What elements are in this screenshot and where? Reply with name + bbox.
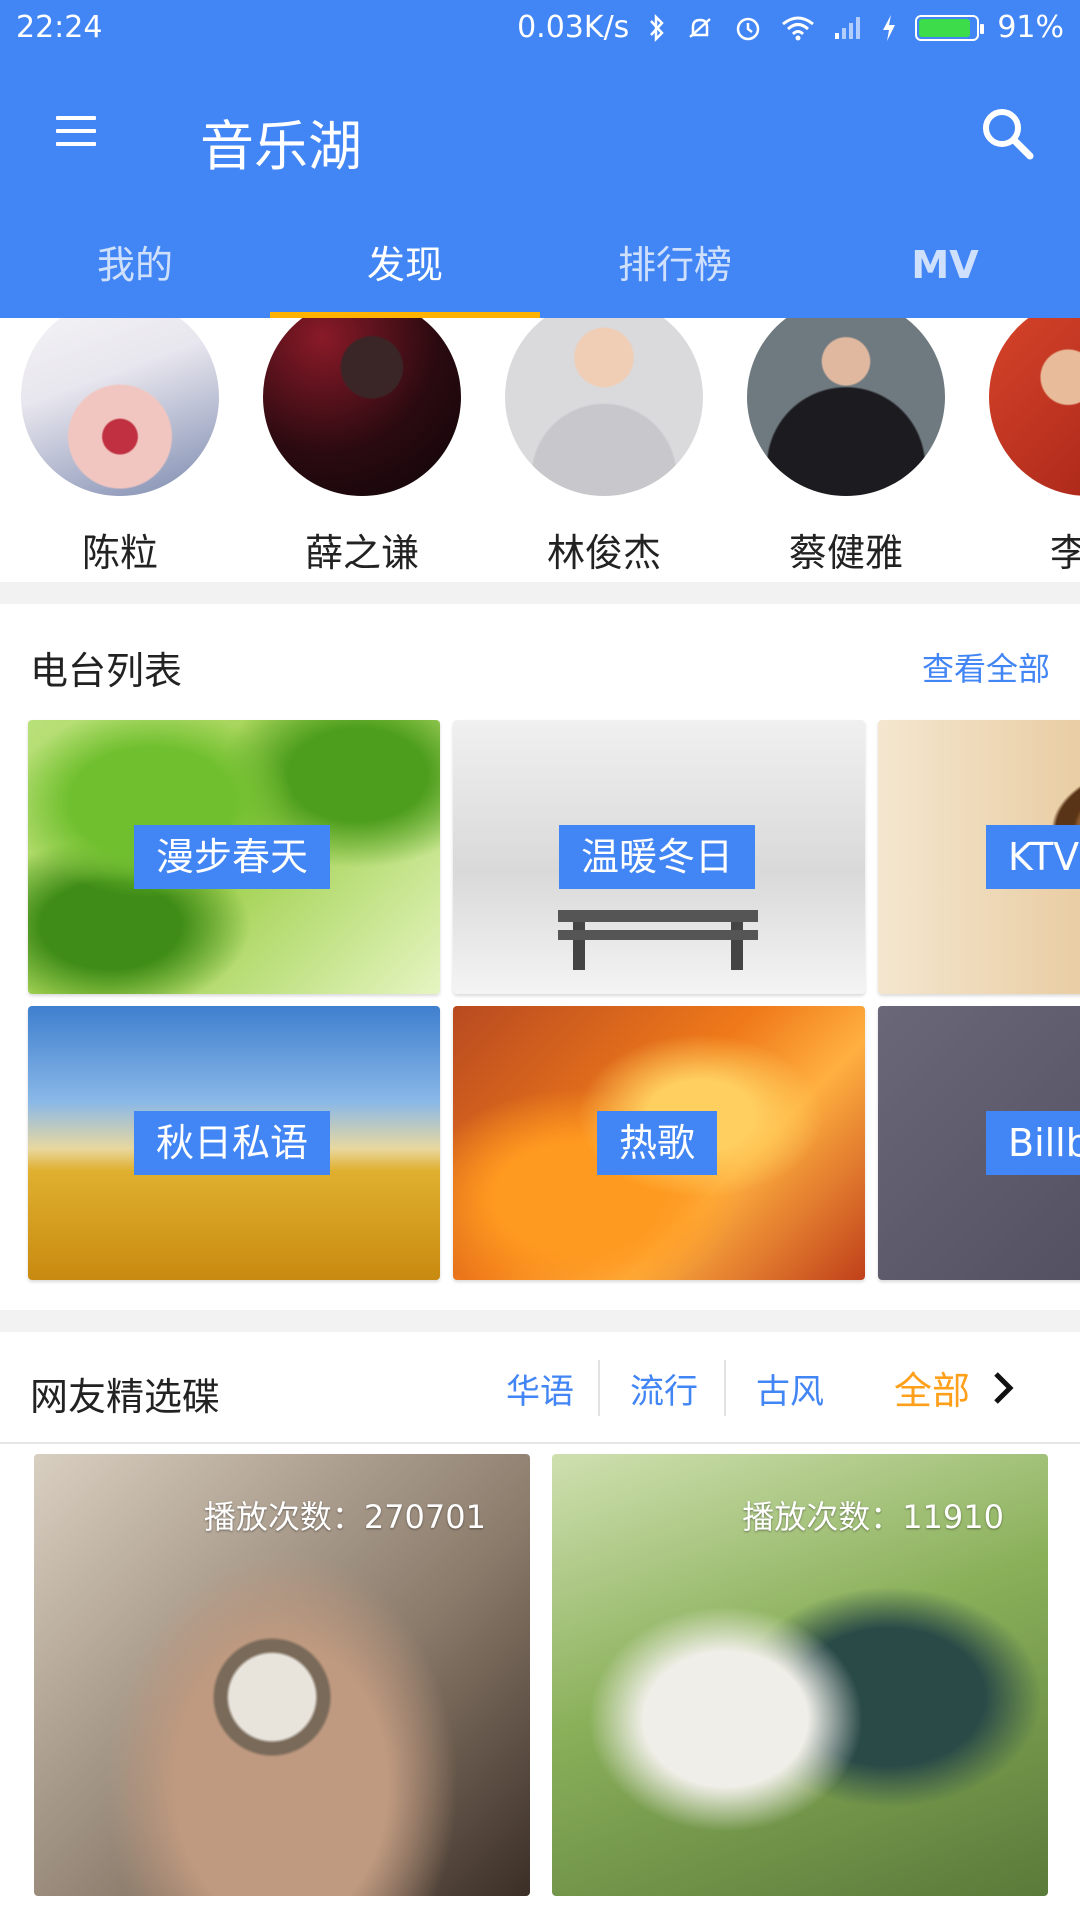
menu-icon[interactable] bbox=[56, 116, 96, 146]
artist-item[interactable]: 李荣 bbox=[988, 318, 1080, 577]
radio-label: 漫步春天 bbox=[134, 825, 331, 889]
artist-avatar bbox=[263, 318, 461, 496]
radio-label: 温暖冬日 bbox=[559, 825, 756, 889]
chevron-right-icon[interactable] bbox=[990, 1368, 1018, 1408]
status-time: 22:24 bbox=[16, 10, 103, 45]
radio-section-title: 电台列表 bbox=[30, 649, 183, 693]
radio-card[interactable]: 热歌 bbox=[453, 1006, 865, 1280]
artist-carousel: 陈粒 薛之谦 林俊杰 蔡健雅 李荣 bbox=[0, 318, 1080, 582]
filter-divider bbox=[598, 1360, 600, 1416]
filter-ancient[interactable]: 古风 bbox=[756, 1364, 824, 1413]
status-bar: 22:24 0.03K/s 91% bbox=[0, 0, 1080, 58]
artist-avatar bbox=[747, 318, 945, 496]
playlist-card[interactable]: 播放次数：270701 bbox=[34, 1454, 530, 1896]
tab-discover[interactable]: 发现 bbox=[270, 212, 540, 318]
playlist-card[interactable]: 播放次数：11910 bbox=[552, 1454, 1048, 1896]
picks-header: 网友精选碟 华语 流行 古风 全部 bbox=[0, 1332, 1080, 1444]
tab-charts[interactable]: 排行榜 bbox=[540, 212, 810, 318]
artist-name: 陈粒 bbox=[81, 531, 158, 575]
radio-card[interactable]: KTV bbox=[878, 720, 1080, 994]
artist-avatar bbox=[21, 318, 219, 496]
view-all-link[interactable]: 查看全部 bbox=[922, 644, 1050, 690]
artist-item[interactable]: 蔡健雅 bbox=[746, 318, 946, 577]
radio-label: KTV bbox=[986, 825, 1080, 889]
radio-label: Billb bbox=[986, 1111, 1080, 1175]
battery-icon bbox=[915, 14, 985, 41]
radio-section: 电台列表 查看全部 漫步春天 温暖冬日 KTV 秋日私语 热歌 Billb bbox=[0, 604, 1080, 1310]
play-count: 播放次数：11910 bbox=[742, 1498, 1004, 1536]
artist-name: 蔡健雅 bbox=[788, 531, 903, 575]
artist-item[interactable]: 林俊杰 bbox=[504, 318, 704, 577]
artist-name: 薛之谦 bbox=[304, 531, 419, 575]
signal-icon bbox=[835, 16, 861, 39]
network-speed: 0.03K/s bbox=[517, 10, 630, 45]
wifi-icon bbox=[782, 16, 815, 40]
picks-section-title: 网友精选碟 bbox=[30, 1375, 221, 1419]
tab-bar: 我的 发现 排行榜 MV bbox=[0, 212, 1080, 318]
app-title: 音乐湖 bbox=[200, 115, 362, 178]
tab-mv[interactable]: MV bbox=[810, 212, 1080, 318]
search-icon[interactable] bbox=[976, 102, 1040, 166]
radio-card[interactable]: 秋日私语 bbox=[28, 1006, 440, 1280]
filter-divider bbox=[724, 1360, 726, 1416]
radio-card[interactable]: 温暖冬日 bbox=[453, 720, 865, 994]
playlist-picks-section: 网友精选碟 华语 流行 古风 全部 播放次数：270701 播放次数：11910 bbox=[0, 1332, 1080, 1920]
app-header: 22:24 0.03K/s 91% 音乐湖 我的 发现 排行榜 MV bbox=[0, 0, 1080, 318]
status-icons: 0.03K/s 91% bbox=[517, 10, 1064, 45]
alarm-icon bbox=[737, 17, 760, 40]
filter-chinese[interactable]: 华语 bbox=[506, 1364, 574, 1413]
artist-avatar bbox=[505, 318, 703, 496]
artist-name: 李荣 bbox=[1049, 531, 1080, 575]
artist-item[interactable]: 薛之谦 bbox=[262, 318, 462, 577]
tab-mine[interactable]: 我的 bbox=[0, 212, 270, 318]
artist-item[interactable]: 陈粒 bbox=[20, 318, 220, 577]
artist-avatar bbox=[989, 318, 1080, 496]
radio-card[interactable]: 漫步春天 bbox=[28, 720, 440, 994]
play-count: 播放次数：270701 bbox=[203, 1498, 486, 1536]
radio-label: 秋日私语 bbox=[134, 1111, 331, 1175]
battery-level bbox=[919, 18, 971, 37]
mute-icon bbox=[689, 17, 712, 38]
filter-pop[interactable]: 流行 bbox=[630, 1364, 698, 1413]
filter-all[interactable]: 全部 bbox=[894, 1360, 970, 1415]
battery-percent: 91% bbox=[997, 10, 1064, 45]
radio-card[interactable]: Billb bbox=[878, 1006, 1080, 1280]
charging-icon bbox=[883, 14, 896, 41]
app-root: 22:24 0.03K/s 91% 音乐湖 我的 发现 排行榜 MV 陈粒 薛之… bbox=[0, 0, 1080, 1920]
artist-name: 林俊杰 bbox=[546, 531, 661, 575]
radio-label: 热歌 bbox=[597, 1111, 718, 1175]
toolbar: 音乐湖 bbox=[0, 58, 1080, 208]
bluetooth-icon bbox=[650, 13, 665, 42]
